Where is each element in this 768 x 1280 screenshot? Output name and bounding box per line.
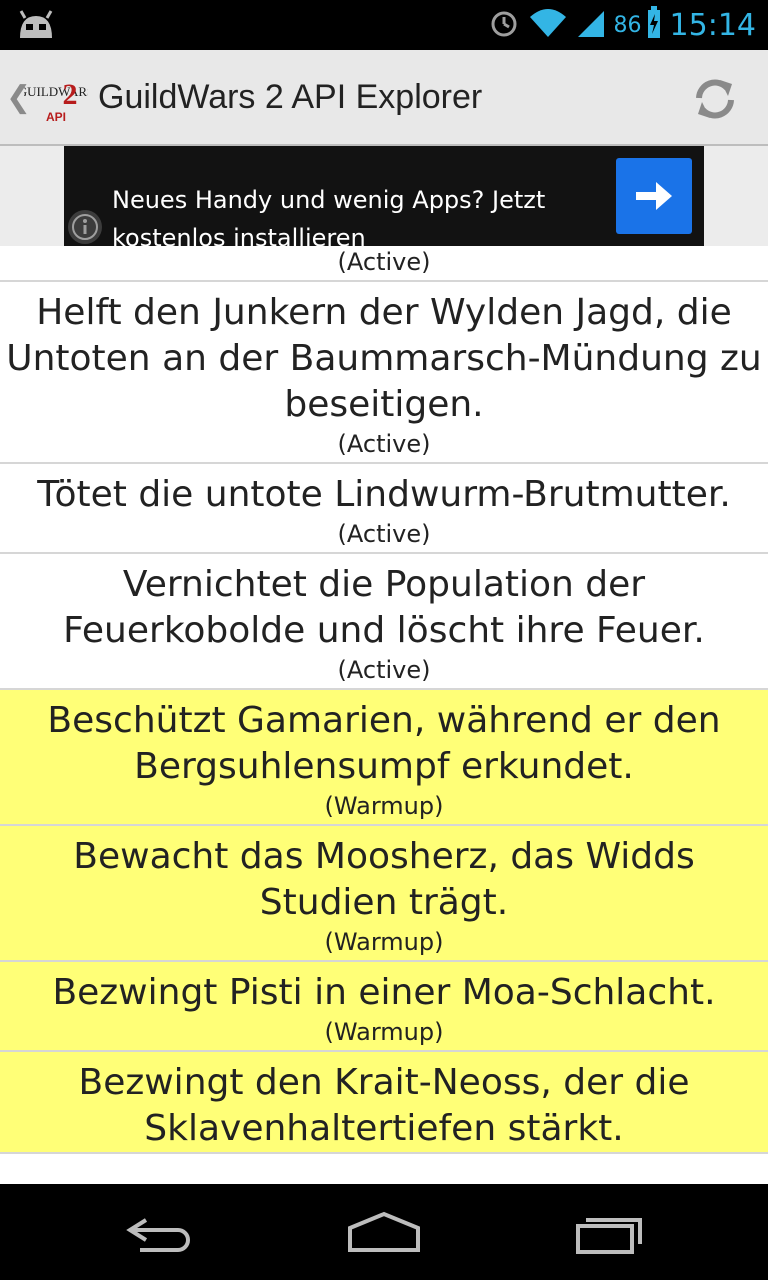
ad-text-line2: kostenlos installieren: [112, 224, 366, 246]
home-icon[interactable]: [344, 1208, 424, 1256]
android-robot-icon: [16, 8, 56, 42]
clock: 15:14: [669, 7, 756, 43]
ad-text-line1: Neues Handy und wenig Apps? Jetzt: [112, 186, 546, 214]
list-item[interactable]: Beschützt Gamarien, während er den Bergs…: [0, 690, 768, 826]
battery-level: 86: [613, 12, 642, 38]
status-icons: 86 15:14: [488, 0, 756, 50]
wifi-icon: [528, 7, 568, 44]
list-item[interactable]: Vernichtet die Population der Feuerkobol…: [0, 554, 768, 690]
cell-signal-icon: [576, 7, 606, 44]
event-list[interactable]: (Active) Helft den Junkern der Wylden Ja…: [0, 246, 768, 1184]
event-status: (Active): [337, 656, 431, 684]
navigation-bar: [0, 1184, 768, 1280]
back-icon[interactable]: [120, 1208, 200, 1256]
list-item[interactable]: Bewacht das Moosherz, das Widds Studien …: [0, 826, 768, 962]
recent-apps-icon[interactable]: [570, 1208, 650, 1256]
action-bar: ❮ GUILDWARS 2 API GuildWars 2 API Explor…: [0, 50, 768, 146]
page-title: GuildWars 2 API Explorer: [98, 78, 483, 116]
list-item[interactable]: Bezwingt den Krait-Neoss, der die Sklave…: [0, 1052, 768, 1154]
event-title: Bezwingt den Krait-Neoss, der die Sklave…: [78, 1062, 690, 1149]
event-title: Tötet die untote Lindwurm-Brutmutter.: [37, 474, 731, 515]
event-status: (Active): [337, 520, 431, 548]
event-title: Beschützt Gamarien, während er den Bergs…: [47, 700, 721, 787]
event-title: Vernichtet die Population der Feuerkobol…: [63, 564, 705, 651]
logo-text: API: [46, 110, 67, 124]
event-title: Bewacht das Moosherz, das Widds Studien …: [73, 836, 695, 923]
status-bar: 86 15:14: [0, 0, 768, 50]
battery-charging-icon: [646, 5, 662, 45]
event-status: (Warmup): [324, 1018, 444, 1046]
refresh-icon[interactable]: [690, 74, 740, 124]
ad-strip: Neues Handy und wenig Apps? Jetzt kosten…: [0, 146, 768, 246]
svg-text:2: 2: [63, 78, 78, 111]
info-icon[interactable]: [68, 210, 102, 244]
app-logo[interactable]: GUILDWARS 2 API: [18, 70, 95, 126]
list-item[interactable]: Helft den Junkern der Wylden Jagd, die U…: [0, 282, 768, 464]
arrow-right-icon[interactable]: [616, 158, 692, 234]
list-item[interactable]: Bezwingt Pisti in einer Moa-Schlacht. (W…: [0, 962, 768, 1052]
event-status: (Active): [337, 248, 431, 276]
ad-banner[interactable]: Neues Handy und wenig Apps? Jetzt kosten…: [64, 146, 704, 246]
event-title: Bezwingt Pisti in einer Moa-Schlacht.: [52, 972, 716, 1013]
event-title: Helft den Junkern der Wylden Jagd, die U…: [6, 292, 762, 425]
event-status: (Warmup): [324, 928, 444, 956]
event-status: (Active): [337, 430, 431, 458]
alarm-icon: [488, 7, 520, 44]
event-status: (Warmup): [324, 792, 444, 820]
svg-text:GUILDWARS: GUILDWARS: [24, 84, 88, 99]
list-item[interactable]: (Active): [0, 246, 768, 282]
list-item[interactable]: Tötet die untote Lindwurm-Brutmutter. (A…: [0, 464, 768, 554]
